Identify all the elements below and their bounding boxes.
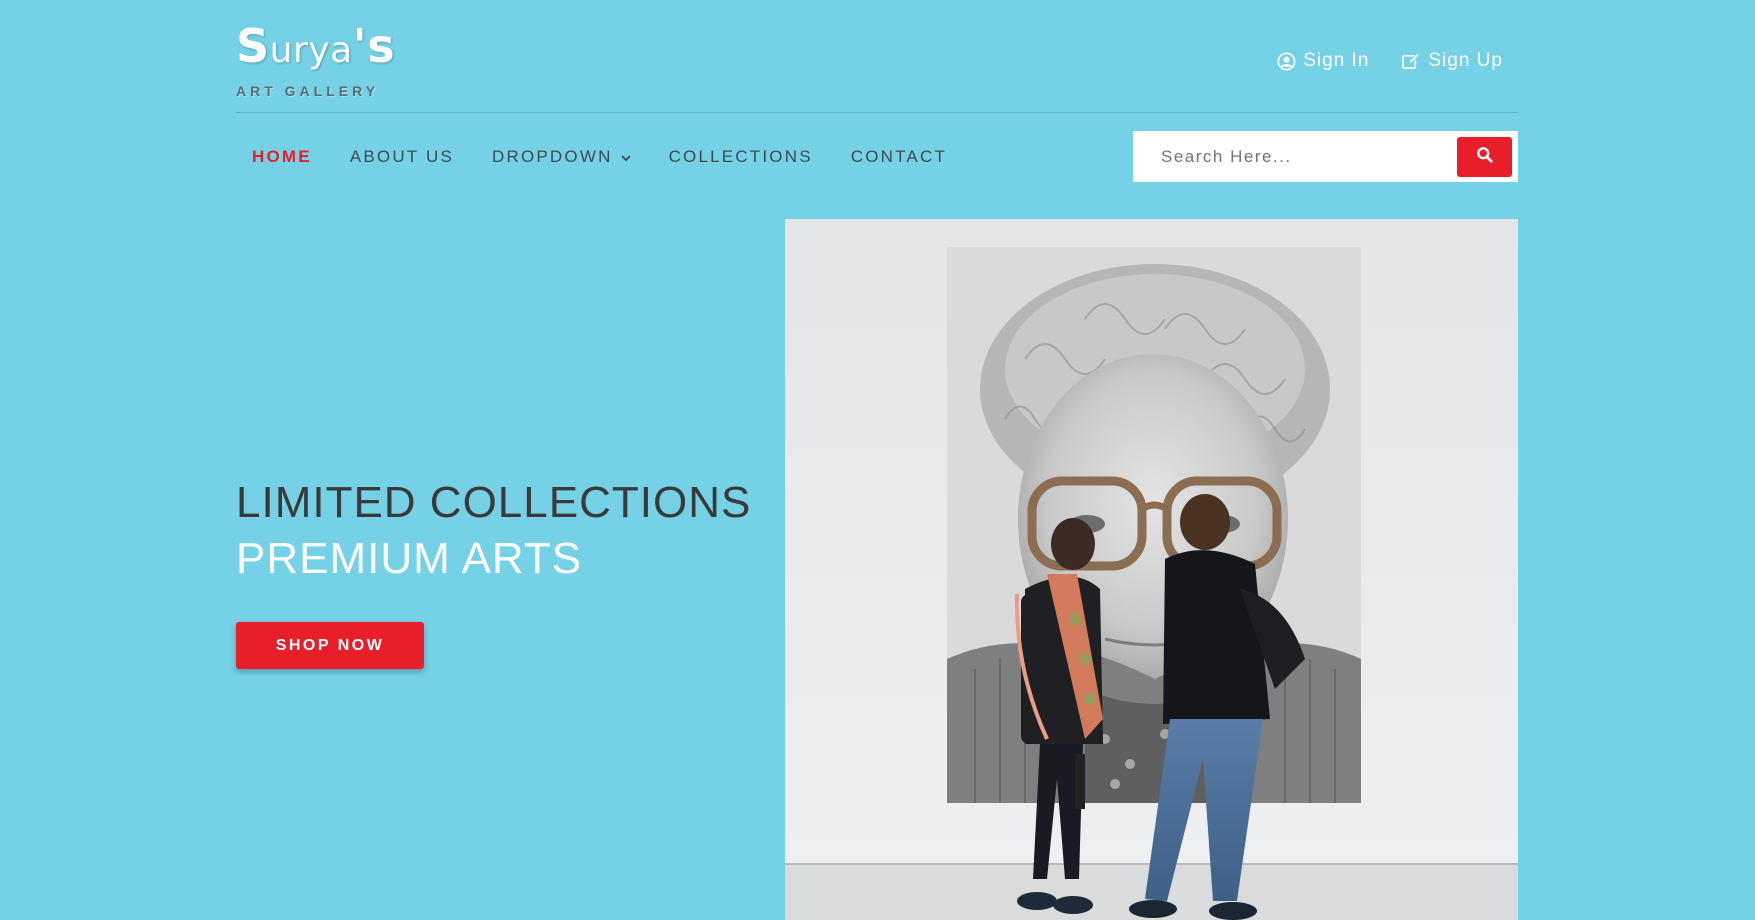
brand-name-first: S [236,19,270,73]
brand-logo[interactable]: Surya's ART GALLERY [236,20,395,99]
auth-links: Sign In Sign Up [1277,50,1503,72]
brand-name-last: 's [352,19,396,73]
nav-item-label: ABOUT US [349,147,455,166]
nav-item-dropdown[interactable]: DROPDOWN [476,147,647,167]
search-icon [1476,146,1493,168]
hero-line-limited: LIMITED COLLECTIONS [236,478,752,527]
nav-item-home[interactable]: HOME [236,147,328,167]
chevron-down-icon [620,147,631,167]
sign-up-label: Sign Up [1428,50,1503,71]
hero-line-premium: PREMIUM ARTS [236,534,583,583]
search-box [1133,131,1518,182]
nav-item-label: COLLECTIONS [668,147,813,166]
user-circle-icon [1277,51,1296,71]
nav-item-collections[interactable]: COLLECTIONS [653,147,829,167]
nav-item-label: HOME [252,147,312,166]
header-divider [236,112,1518,113]
brand-name: Surya's [236,20,395,77]
sign-in-link[interactable]: Sign In [1277,50,1369,72]
nav-item-contact[interactable]: CONTACT [835,147,963,167]
shop-now-button[interactable]: SHOP NOW [236,622,424,669]
hero-heading: LIMITED COLLECTIONS PREMIUM ARTS [236,475,751,587]
brand-name-middle: urya [269,30,353,71]
brand-tagline: ART GALLERY [236,83,380,99]
sign-in-label: Sign In [1303,50,1370,71]
search-input[interactable] [1133,131,1457,182]
search-button[interactable] [1457,136,1512,177]
gallery-photo [785,219,1518,920]
page: Surya's ART GALLERY Sign In Sign Up HOME… [0,0,1755,920]
hero-image [785,219,1518,920]
nav-item-label: DROPDOWN [492,147,613,166]
main-nav: HOME ABOUT US DROPDOWN COLLECTIONS CONTA… [236,132,969,182]
sign-up-link[interactable]: Sign Up [1401,50,1503,72]
nav-item-about-us[interactable]: ABOUT US [334,147,470,167]
nav-item-label: CONTACT [850,147,948,166]
edit-icon [1401,52,1421,71]
